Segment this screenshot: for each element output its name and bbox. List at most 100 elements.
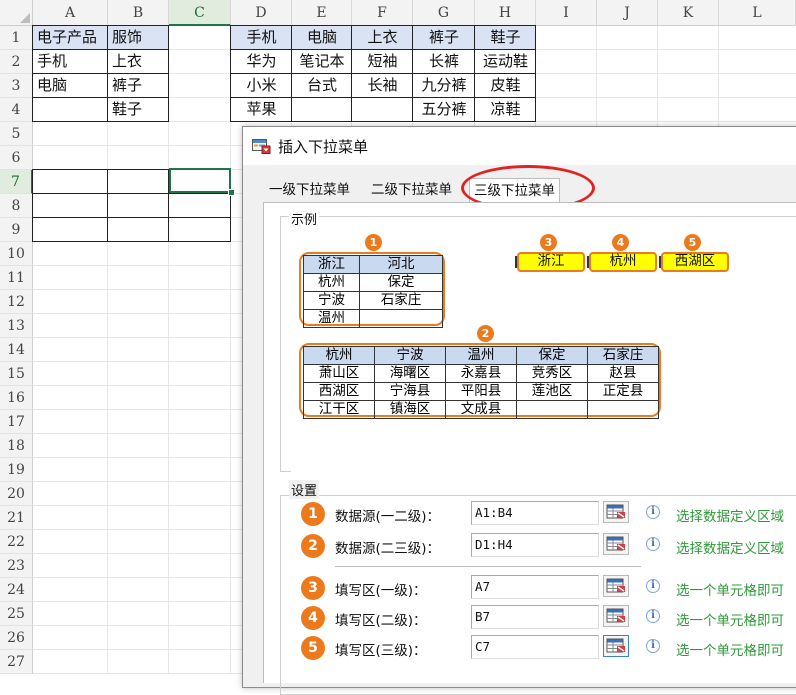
column-header-F[interactable]: F xyxy=(352,0,413,26)
cell-D4[interactable]: 苹果 xyxy=(231,98,292,122)
row-header-24[interactable]: 24 xyxy=(0,578,33,602)
example-badge-3: 3 xyxy=(540,234,557,251)
row-header-13[interactable]: 13 xyxy=(0,314,33,338)
info-icon[interactable]: i xyxy=(646,579,660,593)
cell-E3[interactable]: 台式 xyxy=(292,74,352,98)
cell-H4[interactable]: 凉鞋 xyxy=(475,98,536,122)
info-icon[interactable]: i xyxy=(646,505,660,519)
dialog-titlebar[interactable]: 插入下拉菜单 xyxy=(243,127,796,165)
cell-G2[interactable]: 长裤 xyxy=(413,50,475,74)
cell-B4[interactable]: 鞋子 xyxy=(108,98,169,122)
example-cell: 赵县 xyxy=(587,364,659,383)
cell-D2[interactable]: 华为 xyxy=(231,50,292,74)
cell-B2[interactable]: 上衣 xyxy=(108,50,169,74)
cell-G3[interactable]: 九分裤 xyxy=(413,74,475,98)
cell-border xyxy=(32,193,231,194)
cell-A1[interactable]: 电子产品 xyxy=(33,26,108,50)
row-header-25[interactable]: 25 xyxy=(0,602,33,626)
example-pick-province: 浙江 xyxy=(515,252,585,272)
info-icon[interactable]: i xyxy=(646,537,660,551)
settings-separator xyxy=(335,566,641,567)
row-header-15[interactable]: 15 xyxy=(0,362,33,386)
column-header-B[interactable]: B xyxy=(108,0,169,26)
row-header-17[interactable]: 17 xyxy=(0,410,33,434)
cell-border xyxy=(230,121,536,122)
example-cell: 永嘉县 xyxy=(445,364,517,383)
column-header-D[interactable]: D xyxy=(231,0,292,26)
range-input-5[interactable]: C7 xyxy=(471,635,599,659)
column-header-J[interactable]: J xyxy=(597,0,658,26)
example-cell: 正定县 xyxy=(587,382,659,401)
range-input-2[interactable]: D1:H4 xyxy=(471,533,599,557)
row-header-7[interactable]: 7 xyxy=(0,170,33,194)
column-header-L[interactable]: L xyxy=(719,0,796,26)
row-header-11[interactable]: 11 xyxy=(0,266,33,290)
cell-E1[interactable]: 电脑 xyxy=(292,26,352,50)
example-cell: 保定 xyxy=(359,273,443,292)
row-header-20[interactable]: 20 xyxy=(0,482,33,506)
row-header-6[interactable]: 6 xyxy=(0,146,33,170)
row-header-19[interactable]: 19 xyxy=(0,458,33,482)
row-header-1[interactable]: 1 xyxy=(0,26,33,50)
column-header-I[interactable]: I xyxy=(536,0,597,26)
row-header-21[interactable]: 21 xyxy=(0,506,33,530)
info-icon[interactable]: i xyxy=(646,639,660,653)
row-header-12[interactable]: 12 xyxy=(0,290,33,314)
range-picker-button-2[interactable] xyxy=(603,533,629,555)
column-header-H[interactable]: H xyxy=(475,0,536,26)
range-picker-icon xyxy=(606,536,625,551)
row-header-3[interactable]: 3 xyxy=(0,74,33,98)
range-picker-button-4[interactable] xyxy=(603,605,629,627)
column-header-A[interactable]: A xyxy=(33,0,108,26)
range-input-1[interactable]: A1:B4 xyxy=(471,501,599,525)
cell-F1[interactable]: 上衣 xyxy=(352,26,413,50)
setting-number-badge: 3 xyxy=(301,576,325,600)
column-header-E[interactable]: E xyxy=(292,0,352,26)
cell-F3[interactable]: 长袖 xyxy=(352,74,413,98)
row-header-23[interactable]: 23 xyxy=(0,554,33,578)
info-icon[interactable]: i xyxy=(646,609,660,623)
cell-border xyxy=(32,25,169,26)
row-header-26[interactable]: 26 xyxy=(0,626,33,650)
cell-B3[interactable]: 裤子 xyxy=(108,74,169,98)
range-picker-button-5[interactable] xyxy=(603,635,629,657)
select-all-corner[interactable] xyxy=(0,0,33,26)
column-header-K[interactable]: K xyxy=(658,0,719,26)
cell-F2[interactable]: 短袖 xyxy=(352,50,413,74)
cell-B1[interactable]: 服饰 xyxy=(108,26,169,50)
row-header-22[interactable]: 22 xyxy=(0,530,33,554)
cell-G1[interactable]: 裤子 xyxy=(413,26,475,50)
row-header-16[interactable]: 16 xyxy=(0,386,33,410)
row-header-9[interactable]: 9 xyxy=(0,218,33,242)
cell-E2[interactable]: 笔记本 xyxy=(292,50,352,74)
example-badge-1: 1 xyxy=(365,234,382,251)
cell-G4[interactable]: 五分裤 xyxy=(413,98,475,122)
example-cell xyxy=(587,400,659,419)
row-header-18[interactable]: 18 xyxy=(0,434,33,458)
range-input-4[interactable]: B7 xyxy=(471,605,599,629)
cell-A2[interactable]: 手机 xyxy=(33,50,108,74)
range-picker-button-1[interactable] xyxy=(603,501,629,523)
row-header-5[interactable]: 5 xyxy=(0,122,33,146)
column-header-G[interactable]: G xyxy=(413,0,475,26)
example-badge-4: 4 xyxy=(612,234,629,251)
row-header-10[interactable]: 10 xyxy=(0,242,33,266)
tab-level-1[interactable]: 一级下拉菜单 xyxy=(265,178,354,203)
range-input-3[interactable]: A7 xyxy=(471,575,599,599)
cell-H3[interactable]: 皮鞋 xyxy=(475,74,536,98)
tab-level-2[interactable]: 二级下拉菜单 xyxy=(367,178,456,203)
row-header-8[interactable]: 8 xyxy=(0,194,33,218)
cell-D1[interactable]: 手机 xyxy=(231,26,292,50)
fill-handle[interactable] xyxy=(228,189,235,196)
example-header-cell: 河北 xyxy=(359,255,443,274)
row-header-14[interactable]: 14 xyxy=(0,338,33,362)
row-header-2[interactable]: 2 xyxy=(0,50,33,74)
column-header-C[interactable]: C xyxy=(169,0,231,26)
cell-D3[interactable]: 小米 xyxy=(231,74,292,98)
range-picker-button-3[interactable] xyxy=(603,575,629,597)
cell-A3[interactable]: 电脑 xyxy=(33,74,108,98)
row-header-4[interactable]: 4 xyxy=(0,98,33,122)
row-header-27[interactable]: 27 xyxy=(0,650,33,674)
cell-H1[interactable]: 鞋子 xyxy=(475,26,536,50)
cell-H2[interactable]: 运动鞋 xyxy=(475,50,536,74)
